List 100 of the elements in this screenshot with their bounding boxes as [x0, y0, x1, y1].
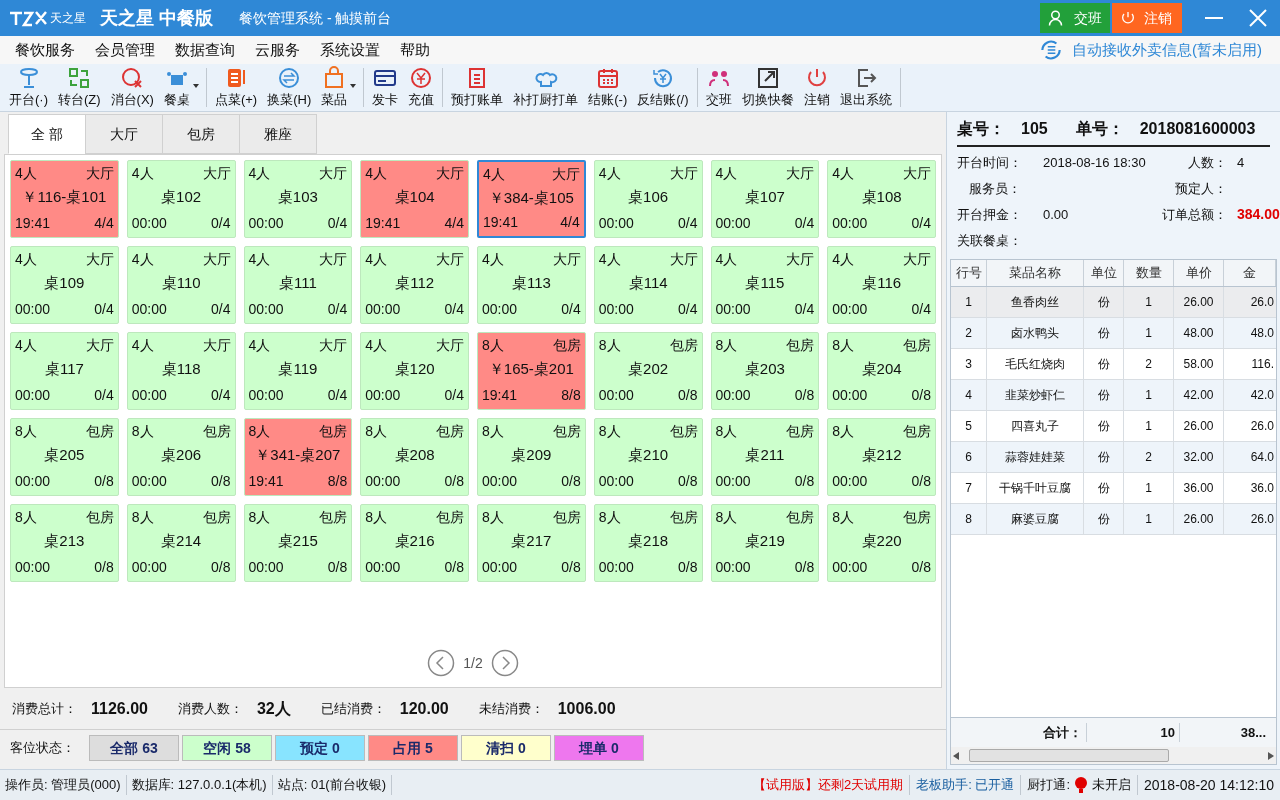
table-card[interactable]: 4人 大厅 桌108 00:00 0/4 [827, 160, 936, 238]
toolbar-button[interactable]: 餐桌 [158, 64, 195, 111]
table-cell: 58.00 [1174, 349, 1224, 379]
toolbar-button[interactable]: 菜品 [316, 64, 353, 111]
table-card[interactable]: 4人 大厅 桌111 00:00 0/4 [243, 246, 353, 324]
status-filter-button[interactable]: 占用 5 [368, 735, 458, 761]
table-card[interactable]: 8人 包房 桌214 00:00 0/8 [126, 504, 236, 582]
toolbar-button[interactable]: 点菜(+) [209, 64, 263, 111]
toolbar-button[interactable]: 补打厨打单 [508, 64, 584, 111]
table-card[interactable]: 4人 大厅 ￥384-桌105 19:41 4/4 [477, 160, 586, 238]
toolbar-button[interactable]: 结账(-) [583, 64, 633, 111]
table-card[interactable]: 8人 包房 桌206 00:00 0/8 [126, 418, 236, 496]
table-card[interactable]: 4人 大厅 桌118 00:00 0/4 [126, 332, 236, 410]
scrollbar-thumb[interactable] [969, 749, 1169, 762]
table-row[interactable]: 6 蒜蓉娃娃菜 份 2 32.00 64.0 [951, 442, 1276, 473]
toolbar-button[interactable]: 转台(Z) [53, 64, 106, 111]
table-cell: 份 [1084, 287, 1124, 317]
table-card[interactable]: 8人 包房 桌217 00:00 0/8 [477, 504, 586, 582]
table-card[interactable]: 4人 大厅 桌117 00:00 0/4 [10, 332, 119, 410]
status-filter-button[interactable]: 全部 63 [89, 735, 179, 761]
table-card[interactable]: 4人 大厅 ￥116-桌101 19:41 4/4 [10, 160, 119, 238]
table-card[interactable]: 8人 包房 ￥341-桌207 19:41 8/8 [243, 418, 353, 496]
horizontal-scrollbar[interactable] [951, 747, 1276, 764]
toolbar-button[interactable]: 预打账单 [446, 64, 509, 111]
table-cell: 份 [1084, 318, 1124, 348]
open-time: 19:41 [365, 214, 401, 233]
status-filter-button[interactable]: 预定 0 [275, 735, 365, 761]
menu-item[interactable]: 帮助 [393, 38, 437, 62]
column-header[interactable]: 数量 [1124, 260, 1174, 286]
table-card[interactable]: 4人 大厅 桌116 00:00 0/4 [827, 246, 936, 324]
table-card[interactable]: 4人 大厅 桌120 00:00 0/4 [360, 332, 469, 410]
status-filter-button[interactable]: 清扫 0 [461, 735, 551, 761]
toolbar-button[interactable]: 交班 [700, 64, 737, 111]
total-quantity: 10 [1087, 722, 1180, 743]
toolbar-button[interactable]: 换菜(H) [262, 64, 317, 111]
tab[interactable]: 雅座 [239, 114, 317, 154]
menu-item[interactable]: 餐饮服务 [8, 38, 82, 62]
takeaway-notice[interactable]: 自动接收外卖信息(暂未启用) [1072, 38, 1262, 62]
toolbar-button[interactable]: 充值 [403, 64, 440, 111]
table-card[interactable]: 8人 包房 桌218 00:00 0/8 [593, 504, 703, 582]
menu-item[interactable]: 云服务 [248, 38, 307, 62]
tab[interactable]: 大厅 [85, 114, 163, 154]
menu-item[interactable]: 会员管理 [88, 38, 162, 62]
table-card[interactable]: 8人 包房 桌211 00:00 0/8 [710, 418, 820, 496]
toolbar-button[interactable]: 注销 [798, 64, 835, 111]
menu-item[interactable]: 数据查询 [168, 38, 242, 62]
table-card[interactable]: 8人 包房 桌208 00:00 0/8 [360, 418, 469, 496]
table-row[interactable]: 2 卤水鸭头 份 1 48.00 48.0 [951, 318, 1276, 349]
table-card[interactable]: 8人 包房 桌202 00:00 0/8 [593, 332, 703, 410]
table-card[interactable]: 4人 大厅 桌112 00:00 0/4 [360, 246, 469, 324]
toolbar-button[interactable]: 切换快餐 [736, 64, 799, 111]
toolbar-button[interactable]: 反结账(/) [632, 64, 694, 111]
column-header[interactable]: 单位 [1084, 260, 1124, 286]
table-card[interactable]: 8人 包房 ￥165-桌201 19:41 8/8 [477, 332, 586, 410]
status-filter-button[interactable]: 埋单 0 [554, 735, 644, 761]
tab[interactable]: 全 部 [8, 114, 86, 154]
toolbar-button[interactable]: 退出系统 [834, 64, 897, 111]
table-card[interactable]: 4人 大厅 桌110 00:00 0/4 [126, 246, 236, 324]
open-time: 00:00 [365, 300, 401, 319]
next-page-button[interactable] [490, 649, 519, 677]
tab[interactable]: 包房 [162, 114, 240, 154]
column-header[interactable]: 行号 [951, 260, 987, 286]
table-card[interactable]: 4人 大厅 桌115 00:00 0/4 [710, 246, 820, 324]
column-header[interactable]: 单价 [1174, 260, 1224, 286]
table-card[interactable]: 8人 包房 桌204 00:00 0/8 [827, 332, 936, 410]
table-card[interactable]: 8人 包房 桌212 00:00 0/8 [827, 418, 936, 496]
table-row[interactable]: 7 干锅千叶豆腐 份 1 36.00 36.0 [951, 473, 1276, 504]
table-row[interactable]: 5 四喜丸子 份 1 26.00 26.0 [951, 411, 1276, 442]
seat-count: 4人 [715, 250, 738, 269]
table-card[interactable]: 8人 包房 桌213 00:00 0/8 [10, 504, 119, 582]
table-card[interactable]: 8人 包房 桌219 00:00 0/8 [710, 504, 820, 582]
table-row[interactable]: 1 鱼香肉丝 份 1 26.00 26.0 [951, 287, 1276, 318]
status-filter-button[interactable]: 空闲 58 [182, 735, 272, 761]
table-card[interactable]: 4人 大厅 桌114 00:00 0/4 [593, 246, 703, 324]
column-header[interactable]: 菜品名称 [987, 260, 1084, 286]
toolbar-button[interactable]: 消台(X) [105, 64, 159, 111]
column-header[interactable]: 金 [1224, 260, 1276, 286]
table-card[interactable]: 8人 包房 桌216 00:00 0/8 [360, 504, 469, 582]
table-row[interactable]: 8 麻婆豆腐 份 1 26.00 26.0 [951, 504, 1276, 535]
table-card[interactable]: 8人 包房 桌215 00:00 0/8 [243, 504, 353, 582]
table-card[interactable]: 4人 大厅 桌102 00:00 0/4 [126, 160, 236, 238]
table-card[interactable]: 8人 包房 桌203 00:00 0/8 [710, 332, 820, 410]
toolbar-button[interactable]: 发卡 [367, 64, 404, 111]
table-row[interactable]: 4 韭菜炒虾仁 份 1 42.00 42.0 [951, 380, 1276, 411]
table-card[interactable]: 8人 包房 桌209 00:00 0/8 [477, 418, 586, 496]
toolbar-button[interactable]: 开台(·) [4, 64, 53, 111]
table-card[interactable]: 4人 大厅 桌104 19:41 4/4 [360, 160, 469, 238]
menu-item[interactable]: 系统设置 [313, 38, 387, 62]
table-row[interactable]: 3 毛氏红烧肉 份 2 58.00 116. [951, 349, 1276, 380]
previous-page-button[interactable] [427, 649, 456, 677]
table-card[interactable]: 4人 大厅 桌109 00:00 0/4 [10, 246, 119, 324]
table-card[interactable]: 4人 大厅 桌119 00:00 0/4 [243, 332, 353, 410]
table-card[interactable]: 8人 包房 桌205 00:00 0/8 [10, 418, 119, 496]
table-card[interactable]: 8人 包房 桌210 00:00 0/8 [593, 418, 703, 496]
table-card[interactable]: 8人 包房 桌220 00:00 0/8 [827, 504, 936, 582]
area-label: 大厅 [669, 250, 698, 269]
table-card[interactable]: 4人 大厅 桌113 00:00 0/4 [477, 246, 586, 324]
table-card[interactable]: 4人 大厅 桌103 00:00 0/4 [243, 160, 353, 238]
table-card[interactable]: 4人 大厅 桌107 00:00 0/4 [710, 160, 820, 238]
table-card[interactable]: 4人 大厅 桌106 00:00 0/4 [593, 160, 703, 238]
